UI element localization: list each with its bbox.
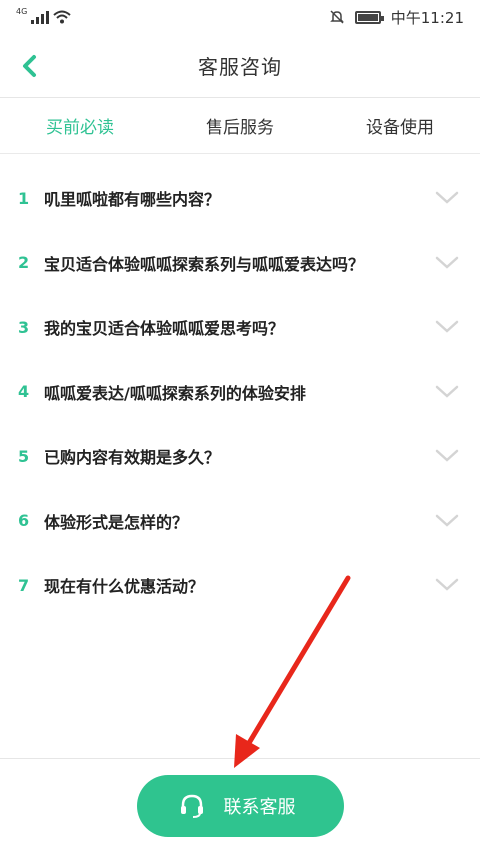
- status-right: 中午11:21: [329, 7, 464, 28]
- faq-number: 4: [18, 382, 30, 402]
- chevron-down-icon: [434, 382, 460, 402]
- back-button[interactable]: [14, 50, 44, 82]
- chevron-down-icon: [434, 575, 460, 595]
- tab-pre-purchase[interactable]: 买前必读: [0, 98, 160, 153]
- contact-service-button[interactable]: 联系客服: [137, 775, 344, 837]
- chevron-down-icon: [434, 511, 460, 531]
- faq-item[interactable]: 3 我的宝贝适合体验呱呱爱思考吗？: [0, 295, 480, 360]
- chevron-down-icon: [434, 446, 460, 466]
- faq-item[interactable]: 7 现在有什么优惠活动？: [0, 553, 480, 618]
- faq-item[interactable]: 2 宝贝适合体验呱呱探索系列与呱呱爱表达吗？: [0, 231, 480, 296]
- chevron-down-icon: [434, 253, 460, 273]
- faq-list: 1 叽里呱啦都有哪些内容？ 2 宝贝适合体验呱呱探索系列与呱呱爱表达吗？ 3 我…: [0, 166, 480, 618]
- faq-number: 1: [18, 188, 30, 208]
- faq-item[interactable]: 1 叽里呱啦都有哪些内容？: [0, 166, 480, 231]
- contact-service-label: 联系客服: [223, 797, 296, 818]
- faq-item[interactable]: 6 体验形式是怎样的？: [0, 489, 480, 554]
- faq-question: 叽里呱啦都有哪些内容？: [44, 190, 221, 210]
- status-time: 中午11:21: [390, 8, 464, 27]
- chevron-down-icon: [434, 317, 460, 337]
- faq-number: 6: [18, 511, 30, 531]
- faq-question: 我的宝贝适合体验呱呱爱思考吗？: [44, 319, 285, 339]
- faq-number: 3: [18, 317, 30, 337]
- footer: 联系客服: [0, 758, 480, 853]
- faq-question: 已购内容有效期是多久？: [44, 448, 221, 468]
- status-bar: 4G 中午11:21: [0, 0, 480, 34]
- faq-question: 呱呱爱表达/呱呱探索系列的体验安排: [44, 383, 306, 403]
- tab-device-usage[interactable]: 设备使用: [320, 98, 480, 153]
- network-type: 4G: [16, 6, 28, 16]
- page-title: 客服咨询: [198, 55, 282, 79]
- faq-question: 宝贝适合体验呱呱探索系列与呱呱爱表达吗？: [44, 254, 365, 274]
- battery-icon: [354, 10, 384, 24]
- wifi-icon: [53, 10, 71, 24]
- tab-after-sales[interactable]: 售后服务: [160, 98, 320, 153]
- chevron-down-icon: [434, 188, 460, 208]
- faq-item[interactable]: 5 已购内容有效期是多久？: [0, 424, 480, 489]
- signal-icon: [31, 10, 50, 24]
- faq-number: 2: [18, 253, 30, 273]
- faq-item[interactable]: 4 呱呱爱表达/呱呱探索系列的体验安排: [0, 360, 480, 425]
- faq-question: 体验形式是怎样的？: [44, 512, 189, 532]
- faq-number: 5: [18, 446, 30, 466]
- headset-icon: [178, 792, 206, 820]
- faq-number: 7: [18, 575, 30, 595]
- chevron-left-icon: [23, 55, 36, 77]
- header: 客服咨询: [0, 34, 480, 98]
- faq-question: 现在有什么优惠活动？: [44, 577, 205, 597]
- tab-bar: 买前必读 售后服务 设备使用: [0, 98, 480, 154]
- mute-icon: [329, 10, 344, 24]
- status-left: 4G: [16, 6, 71, 24]
